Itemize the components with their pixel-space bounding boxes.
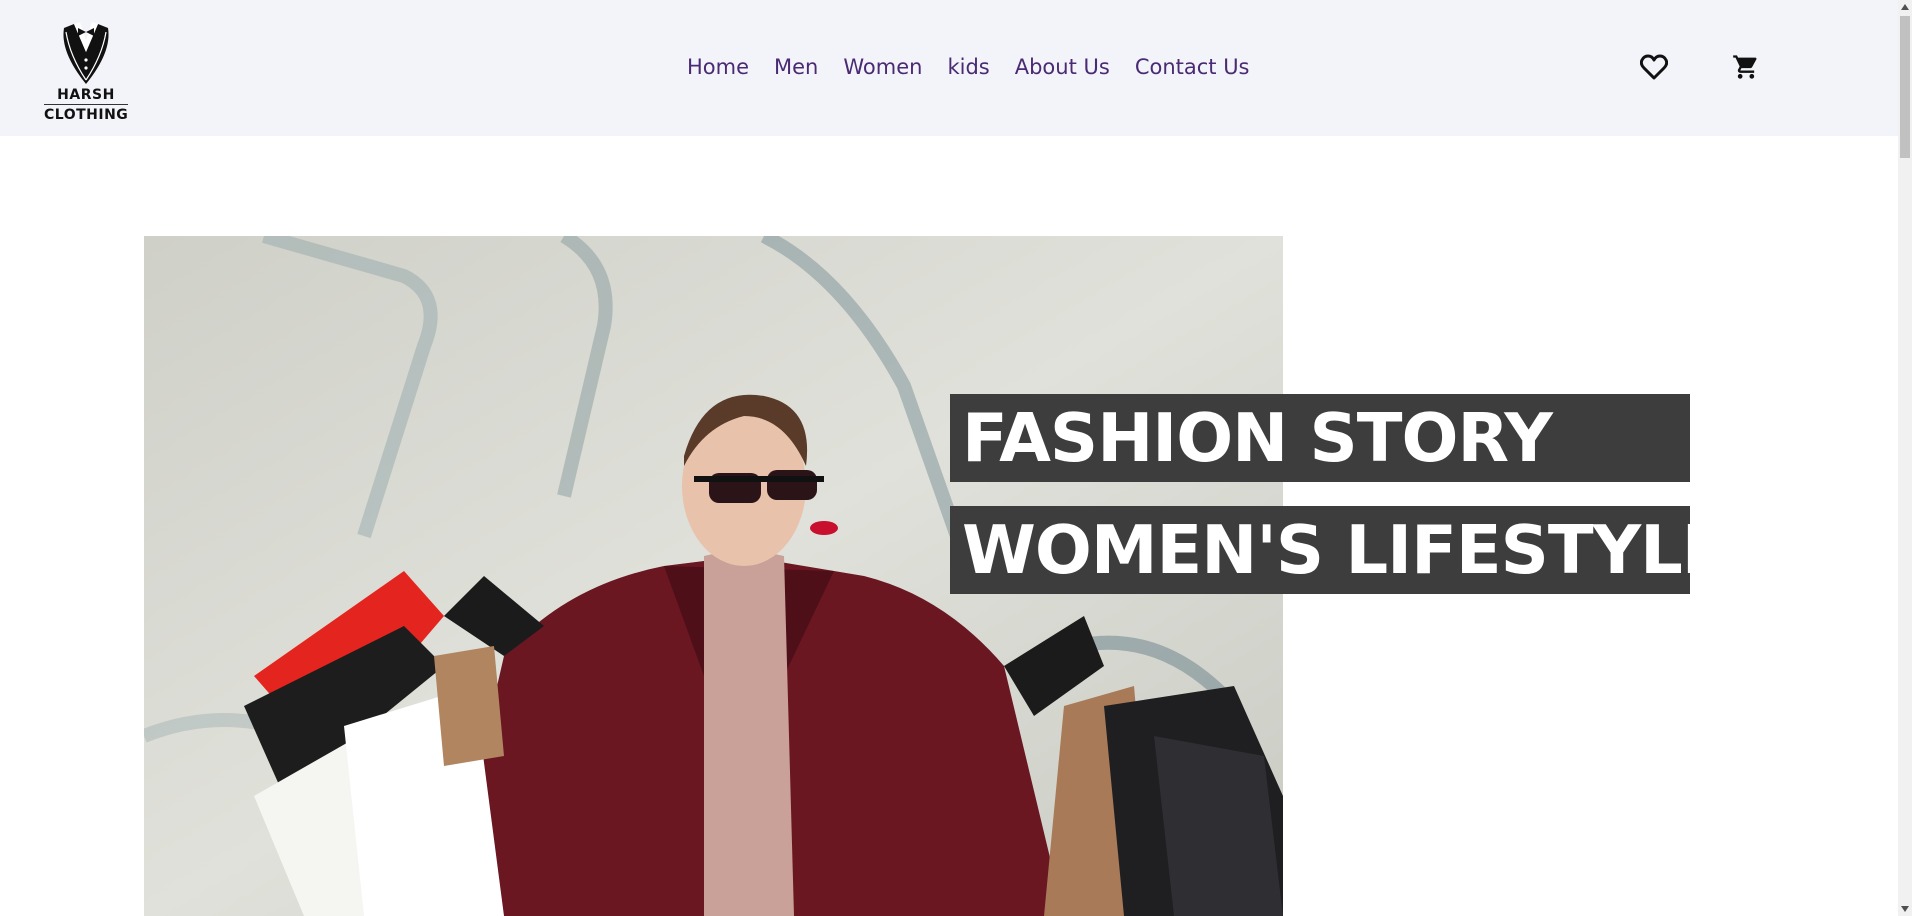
brand-logo[interactable]: HARSH CLOTHING xyxy=(44,22,129,124)
cart-icon xyxy=(1733,55,1757,79)
nav-home[interactable]: Home xyxy=(687,55,749,79)
nav-women[interactable]: Women xyxy=(843,55,922,79)
nav-contact-us[interactable]: Contact Us xyxy=(1135,55,1250,79)
hero-title-line2: WOMEN'S LIFESTYLE xyxy=(950,506,1728,594)
logo-line2: CLOTHING xyxy=(44,104,129,124)
main-nav: Home Men Women kids About Us Contact Us xyxy=(687,50,1250,84)
logo-line1: HARSH xyxy=(57,87,115,103)
logo-text: HARSH CLOTHING xyxy=(44,86,129,124)
wishlist-button[interactable] xyxy=(1637,50,1671,84)
nav-men[interactable]: Men xyxy=(774,55,818,79)
heart-icon xyxy=(1640,54,1668,80)
cart-button[interactable] xyxy=(1729,50,1763,84)
nav-about-us[interactable]: About Us xyxy=(1015,55,1110,79)
site-header: HARSH CLOTHING Home Men Women kids About… xyxy=(0,0,1898,136)
tuxedo-icon xyxy=(63,22,109,84)
hero-title-line1: FASHION STORY xyxy=(950,394,1690,482)
scrollbar-thumb[interactable] xyxy=(1900,16,1910,158)
scroll-up-arrow-icon[interactable] xyxy=(1898,0,1912,14)
nav-kids[interactable]: kids xyxy=(947,55,989,79)
scroll-down-arrow-icon[interactable] xyxy=(1898,902,1912,916)
page-scrollbar[interactable] xyxy=(1898,0,1912,916)
